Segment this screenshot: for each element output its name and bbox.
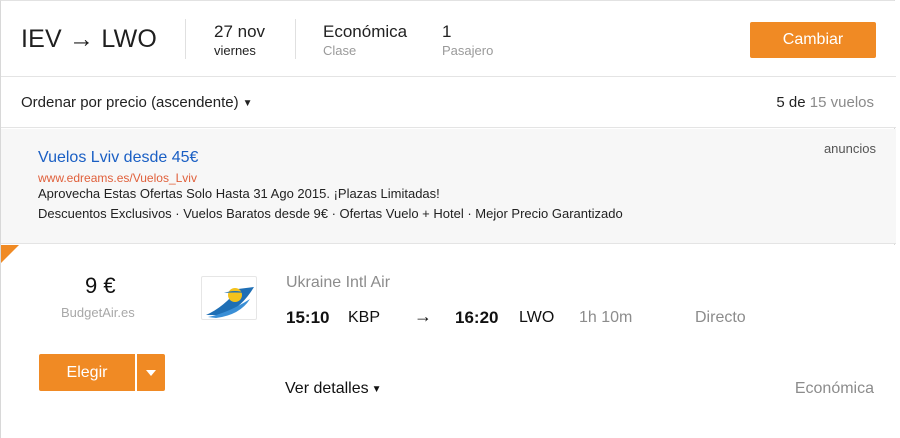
arrival-airport: LWO (519, 309, 555, 326)
total-count: 15 vuelos (809, 94, 874, 111)
cabin-class-label: Clase (323, 43, 357, 58)
passenger-count: 1 (442, 22, 452, 41)
divider (295, 19, 296, 59)
departure-airport: KBP (348, 309, 381, 326)
route-title: IEV → LWO (21, 25, 158, 53)
sort-dropdown[interactable]: Ordenar por precio (ascendente) ▼ (21, 94, 253, 111)
chevron-down-icon: ▼ (371, 384, 382, 395)
arrow-right-icon: → (414, 306, 432, 326)
airline-logo-icon (206, 287, 254, 318)
chevron-down-icon (146, 369, 156, 376)
sponsored-ad: anuncios Vuelos Lviv desde 45€ www.edrea… (1, 129, 896, 244)
arrival-time: 16:20 (455, 308, 499, 327)
change-search-button[interactable]: Cambiar (750, 22, 876, 58)
departure-time: 15:10 (286, 308, 330, 327)
chevron-down-icon: ▼ (242, 98, 253, 109)
choose-options-button[interactable] (137, 354, 165, 391)
stops-label: Directo (695, 309, 746, 326)
airline-logo (201, 276, 257, 320)
divider (185, 19, 186, 59)
cabin-class: Económica (794, 380, 874, 397)
flight-duration: 1h 10m (579, 309, 633, 326)
ad-label: anuncios (823, 141, 876, 156)
ad-title-link[interactable]: Vuelos Lviv desde 45€ (38, 149, 198, 167)
choose-button[interactable]: Elegir (39, 354, 135, 391)
flight-result-card: 9 € BudgetAir.es Ukraine Intl Air 15:10 … (1, 245, 896, 438)
view-details-toggle[interactable]: Ver detalles ▼ (285, 380, 382, 398)
shown-count: 5 (776, 94, 785, 111)
airline-name: Ukraine Intl Air (286, 274, 391, 291)
passenger-label: Pasajero (442, 43, 494, 58)
sort-bar: Ordenar por precio (ascendente) ▼ 5 de 15… (1, 77, 896, 128)
ad-description: Descuentos Exclusivos · Vuelos Baratos d… (38, 206, 623, 221)
of-label: de (788, 94, 806, 111)
weekday-label: viernes (214, 43, 256, 58)
cabin-class-value: Económica (323, 22, 408, 41)
results-count: 5 de 15 vuelos (776, 94, 874, 111)
results-panel: IEV → LWO 27 nov viernes Económica Clase… (0, 0, 896, 438)
sort-label: Ordenar por precio (ascendente) (21, 94, 239, 111)
search-summary-header: IEV → LWO 27 nov viernes Económica Clase… (1, 1, 896, 77)
price: 9 € (85, 273, 116, 298)
ad-description: Aprovecha Estas Ofertas Solo Hasta 31 Ag… (38, 186, 440, 201)
date-value: 27 nov (214, 22, 266, 41)
view-details-label: Ver detalles (285, 380, 369, 397)
provider-name: BudgetAir.es (61, 305, 135, 320)
ad-url[interactable]: www.edreams.es/Vuelos_Lviv (38, 171, 197, 185)
best-price-ribbon (1, 245, 19, 263)
